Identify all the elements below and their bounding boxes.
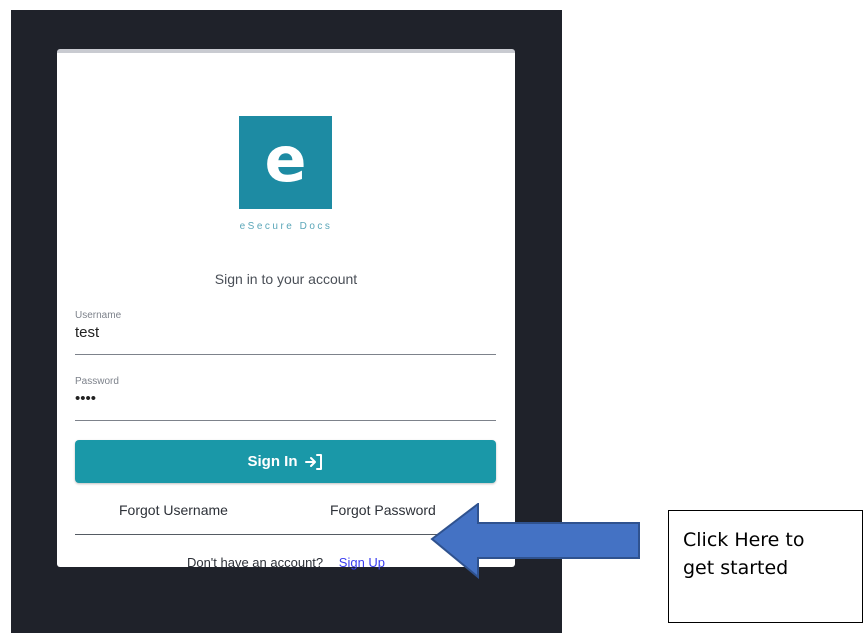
login-card: e eSecure Docs Sign in to your account U… xyxy=(57,49,515,570)
password-input[interactable]: •••• xyxy=(75,390,496,407)
forgot-password-link[interactable]: Forgot Password xyxy=(330,502,436,518)
username-underline xyxy=(75,354,496,355)
password-label: Password xyxy=(75,376,119,387)
username-label: Username xyxy=(75,310,122,321)
logo-letter: e xyxy=(264,122,307,196)
password-underline xyxy=(75,420,496,421)
brand-logo: e xyxy=(239,116,332,209)
sign-in-label: Sign In xyxy=(247,453,298,470)
sign-in-button[interactable]: Sign In xyxy=(75,440,496,483)
login-arrow-icon xyxy=(304,453,322,470)
username-input[interactable]: test xyxy=(75,324,496,341)
sign-up-link[interactable]: Sign Up xyxy=(339,555,385,570)
callout-line-2: get started xyxy=(683,556,789,579)
callout-box: Click Here to get started xyxy=(668,510,863,623)
forgot-username-link[interactable]: Forgot Username xyxy=(119,502,228,518)
callout-arrow-icon xyxy=(430,503,640,580)
password-field[interactable]: Password •••• xyxy=(75,376,496,422)
brand-name: eSecure Docs xyxy=(239,221,333,232)
username-field[interactable]: Username test xyxy=(75,310,496,356)
callout-line-1: Click Here to xyxy=(683,529,805,551)
no-account-text: Don't have an account? xyxy=(186,555,324,570)
signin-subtitle: Sign in to your account xyxy=(214,271,358,287)
